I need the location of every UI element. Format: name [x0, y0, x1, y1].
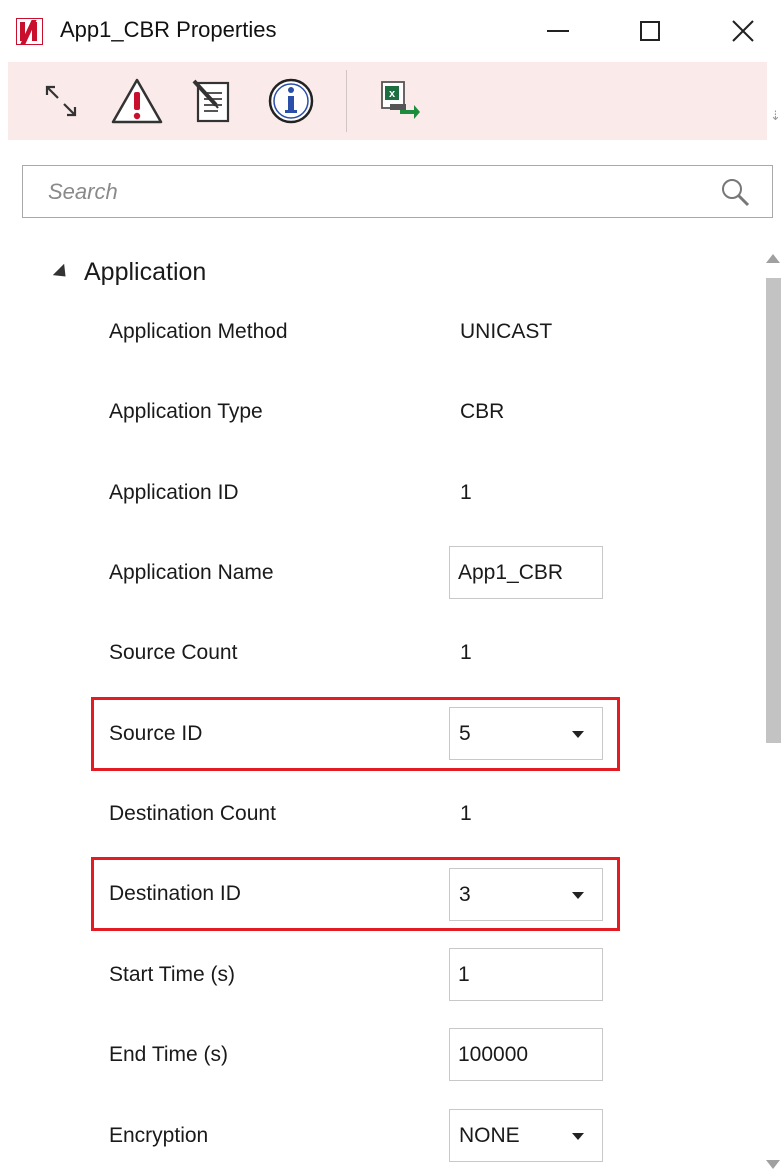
search-input[interactable] [24, 167, 684, 216]
encryption-dropdown[interactable]: NONE [449, 1109, 603, 1162]
info-icon [268, 78, 314, 124]
label-application-id: Application ID [109, 481, 239, 504]
destination-id-value: 3 [459, 883, 471, 906]
collapse-triangle-icon[interactable] [52, 263, 72, 283]
label-start-time: Start Time (s) [109, 963, 236, 986]
destination-id-dropdown[interactable]: 3 [449, 868, 603, 921]
scrollbar-thumb[interactable] [766, 278, 781, 743]
value-application-id: 1 [460, 481, 472, 504]
minimize-icon [547, 30, 569, 32]
info-button[interactable] [264, 74, 318, 128]
value-application-method: UNICAST [460, 320, 553, 343]
excel-export-icon: x [381, 81, 420, 119]
toolbar: x [8, 62, 767, 140]
window-title: App1_CBR Properties [60, 17, 277, 42]
label-source-count: Source Count [109, 641, 238, 664]
warning-button[interactable] [110, 74, 164, 128]
expand-arrows-icon [45, 85, 77, 117]
label-end-time: End Time (s) [109, 1043, 229, 1066]
label-encryption: Encryption [109, 1124, 209, 1147]
label-application-name: Application Name [109, 561, 274, 584]
search-icon[interactable] [720, 177, 750, 207]
value-source-count: 1 [460, 641, 472, 664]
scroll-up-arrow-icon[interactable] [766, 254, 780, 263]
app-logo-icon [16, 18, 43, 45]
toolbar-overflow-icon[interactable]: ⇣ [770, 108, 781, 132]
encryption-value: NONE [459, 1124, 520, 1147]
application-name-field[interactable]: App1_CBR [449, 546, 603, 599]
value-destination-count: 1 [460, 802, 472, 825]
start-time-field[interactable]: 1 [449, 948, 603, 1001]
toolbar-separator [346, 70, 347, 132]
title-bar: App1_CBR Properties [0, 0, 781, 62]
notepad-edit-icon [192, 79, 230, 123]
minimize-button[interactable] [535, 10, 581, 52]
label-application-method: Application Method [109, 320, 288, 343]
search-box [22, 165, 773, 218]
export-excel-button[interactable]: x [372, 74, 426, 128]
scroll-down-arrow-icon[interactable] [766, 1160, 780, 1169]
maximize-icon [640, 21, 660, 41]
end-time-field[interactable]: 100000 [449, 1028, 603, 1081]
warning-icon [111, 78, 163, 124]
maximize-button[interactable] [627, 10, 673, 52]
value-application-type: CBR [460, 400, 505, 423]
label-application-type: Application Type [109, 400, 263, 423]
label-destination-id: Destination ID [109, 882, 241, 905]
label-destination-count: Destination Count [109, 802, 276, 825]
chevron-down-icon[interactable] [572, 892, 584, 899]
source-id-dropdown[interactable]: 5 [449, 707, 603, 760]
close-icon [732, 20, 754, 42]
svg-text:x: x [389, 88, 396, 100]
chevron-down-icon[interactable] [572, 1133, 584, 1140]
edit-notes-button[interactable] [186, 74, 240, 128]
chevron-down-icon[interactable] [572, 731, 584, 738]
source-id-value: 5 [459, 722, 471, 745]
label-source-id: Source ID [109, 722, 203, 745]
expand-button[interactable] [34, 74, 88, 128]
section-application[interactable]: Application [52, 252, 207, 292]
section-title: Application [84, 257, 207, 286]
close-button[interactable] [720, 10, 766, 52]
